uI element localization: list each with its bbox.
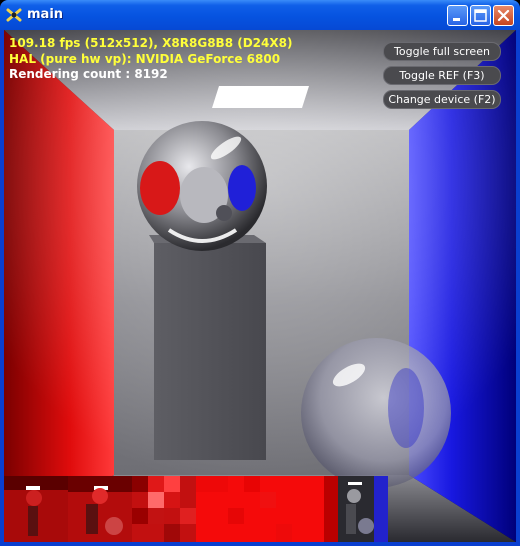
change-device-button[interactable]: Change device (F2) <box>383 90 501 109</box>
maximize-icon <box>474 9 487 22</box>
device-stats: HAL (pure hw vp): NVIDIA GeForce 6800 <box>9 52 281 66</box>
render-target-thumbnail <box>324 476 388 542</box>
render-target-thumbnail <box>68 476 132 542</box>
window-title: main <box>27 7 64 22</box>
directx-app-icon <box>6 8 22 22</box>
app-window: main 109.18 fps (512x512), X8R8G8B8 (D24… <box>0 0 520 546</box>
rendering-count: Rendering count : 8192 <box>9 67 168 81</box>
maximize-button[interactable] <box>470 5 491 26</box>
toggle-fullscreen-button[interactable]: Toggle full screen <box>383 42 501 61</box>
close-icon <box>497 9 510 22</box>
title-bar[interactable]: main <box>0 0 520 30</box>
render-target-strip <box>4 476 516 542</box>
minimize-button[interactable] <box>447 5 468 26</box>
render-target-thumbnail <box>4 476 68 542</box>
fps-stats: 109.18 fps (512x512), X8R8G8B8 (D24X8) <box>9 36 293 50</box>
render-target-thumbnail <box>196 476 324 542</box>
render-viewport[interactable]: 109.18 fps (512x512), X8R8G8B8 (D24X8) H… <box>4 30 516 542</box>
toggle-ref-button[interactable]: Toggle REF (F3) <box>383 66 501 85</box>
close-button[interactable] <box>493 5 514 26</box>
minimize-icon <box>453 18 460 21</box>
render-target-thumbnail <box>132 476 196 542</box>
